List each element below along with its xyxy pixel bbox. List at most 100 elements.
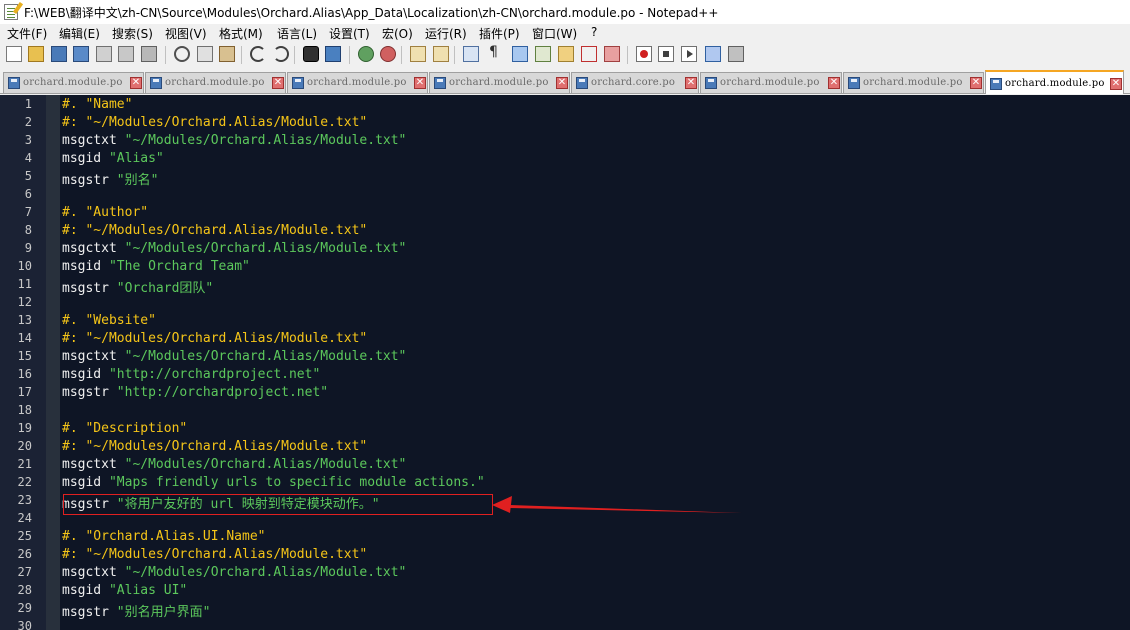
tab-close-icon[interactable]: ✕ — [1110, 78, 1122, 90]
code-line[interactable]: 2 #: "~/Modules/Orchard.Alias/Module.txt" — [0, 113, 1130, 131]
menu-run[interactable]: 运行(R) — [425, 25, 467, 42]
tab-close-icon[interactable]: ✕ — [828, 77, 840, 89]
menu-file[interactable]: 文件(F) — [7, 25, 47, 42]
copy-icon[interactable] — [197, 46, 213, 62]
code-line[interactable]: 8 #: "~/Modules/Orchard.Alias/Module.txt" — [0, 221, 1130, 239]
tab-file-1[interactable]: orchard.module.po ✕ — [3, 72, 144, 93]
code-line[interactable]: 17 msgstr "http://orchardproject.net" — [0, 383, 1130, 401]
play-macro-icon[interactable] — [681, 46, 697, 62]
code-line[interactable]: 12 — [0, 293, 1130, 311]
code-line[interactable]: 11 msgstr "Orchard团队" — [0, 275, 1130, 296]
code-text[interactable]: msgctxt "~/Modules/Orchard.Alias/Module.… — [62, 565, 406, 580]
cut-icon[interactable] — [174, 46, 190, 62]
sync-horizontal-icon[interactable] — [433, 46, 449, 62]
zoom-in-icon[interactable] — [358, 46, 374, 62]
code-text[interactable]: msgid "The Orchard Team" — [62, 259, 250, 274]
code-line[interactable]: 14 #: "~/Modules/Orchard.Alias/Module.txt… — [0, 329, 1130, 347]
stop-macro-icon[interactable] — [658, 46, 674, 62]
code-line[interactable]: 3 msgctxt "~/Modules/Orchard.Alias/Module… — [0, 131, 1130, 149]
code-line[interactable]: 21 msgctxt "~/Modules/Orchard.Alias/Modul… — [0, 455, 1130, 473]
tab-file-6[interactable]: orchard.module.po ✕ — [700, 72, 842, 93]
code-line[interactable]: 22 msgid "Maps friendly urls to specific … — [0, 473, 1130, 491]
tab-close-icon[interactable]: ✕ — [272, 77, 284, 89]
redo-icon[interactable] — [273, 46, 289, 62]
code-text[interactable]: #: "~/Modules/Orchard.Alias/Module.txt" — [62, 223, 367, 238]
code-line[interactable]: 28 msgid "Alias UI" — [0, 581, 1130, 599]
document-map-icon[interactable] — [535, 46, 551, 62]
replace-icon[interactable] — [325, 46, 341, 62]
code-text[interactable]: msgid "Alias UI" — [62, 583, 187, 598]
tab-close-icon[interactable]: ✕ — [414, 77, 426, 89]
tab-file-5[interactable]: orchard.core.po ✕ — [571, 72, 699, 93]
print-icon[interactable] — [141, 46, 157, 62]
sync-vertical-icon[interactable] — [410, 46, 426, 62]
tab-file-7[interactable]: orchard.module.po ✕ — [843, 72, 984, 93]
menu-format[interactable]: 格式(M) — [219, 25, 263, 42]
code-text[interactable]: #: "~/Modules/Orchard.Alias/Module.txt" — [62, 547, 367, 562]
code-line[interactable]: 19 #. "Description" — [0, 419, 1130, 437]
folder-workspace-icon[interactable] — [581, 46, 597, 62]
code-line[interactable]: 29 msgstr "别名用户界面" — [0, 599, 1130, 620]
code-line[interactable]: 1 #. "Name" — [0, 95, 1130, 113]
save-icon[interactable] — [51, 46, 67, 62]
function-list-icon[interactable] — [558, 46, 574, 62]
menu-plugins[interactable]: 插件(P) — [479, 25, 520, 42]
tab-close-icon[interactable]: ✕ — [685, 77, 697, 89]
menu-edit[interactable]: 编辑(E) — [59, 25, 100, 42]
tab-close-icon[interactable]: ✕ — [556, 77, 568, 89]
code-line[interactable]: 16 msgid "http://orchardproject.net" — [0, 365, 1130, 383]
code-text[interactable]: msgid "http://orchardproject.net" — [62, 367, 320, 382]
menu-window[interactable]: 窗口(W) — [532, 25, 577, 42]
menu-view[interactable]: 视图(V) — [165, 25, 207, 42]
indent-guide-icon[interactable] — [512, 46, 528, 62]
code-line[interactable]: 10 msgid "The Orchard Team" — [0, 257, 1130, 275]
show-all-chars-icon[interactable]: ¶ — [486, 44, 502, 62]
code-text[interactable]: #. "Orchard.Alias.UI.Name" — [62, 529, 266, 544]
tab-close-icon[interactable]: ✕ — [970, 77, 982, 89]
code-line[interactable]: 6 — [0, 185, 1130, 203]
code-line[interactable]: 25 #. "Orchard.Alias.UI.Name" — [0, 527, 1130, 545]
code-line[interactable]: 4 msgid "Alias" — [0, 149, 1130, 167]
code-line[interactable]: 20 #: "~/Modules/Orchard.Alias/Module.txt… — [0, 437, 1130, 455]
menu-search[interactable]: 搜索(S) — [112, 25, 153, 42]
code-line[interactable]: 30 — [0, 617, 1130, 630]
tab-file-8[interactable]: orchard.module.po ✕ — [985, 70, 1124, 94]
undo-icon[interactable] — [250, 46, 266, 62]
record-macro-icon[interactable] — [636, 46, 652, 62]
close-all-icon[interactable] — [118, 46, 134, 62]
menu-help[interactable]: ? — [591, 25, 597, 39]
code-text[interactable]: #. "Website" — [62, 313, 156, 328]
code-line[interactable]: 27 msgctxt "~/Modules/Orchard.Alias/Modul… — [0, 563, 1130, 581]
close-icon[interactable] — [96, 46, 112, 62]
open-file-icon[interactable] — [28, 46, 44, 62]
code-line[interactable]: 5 msgstr "别名" — [0, 167, 1130, 188]
code-line[interactable]: 9 msgctxt "~/Modules/Orchard.Alias/Module… — [0, 239, 1130, 257]
code-text[interactable]: #. "Description" — [62, 421, 187, 436]
code-text[interactable]: msgctxt "~/Modules/Orchard.Alias/Module.… — [62, 349, 406, 364]
code-text[interactable]: msgctxt "~/Modules/Orchard.Alias/Module.… — [62, 457, 406, 472]
code-text[interactable]: #: "~/Modules/Orchard.Alias/Module.txt" — [62, 331, 367, 346]
code-text[interactable]: msgid "Alias" — [62, 151, 164, 166]
code-text[interactable]: msgctxt "~/Modules/Orchard.Alias/Module.… — [62, 241, 406, 256]
code-text[interactable]: #: "~/Modules/Orchard.Alias/Module.txt" — [62, 439, 367, 454]
paste-icon[interactable] — [219, 46, 235, 62]
code-line[interactable]: 18 — [0, 401, 1130, 419]
menu-language[interactable]: 语言(L) — [277, 25, 317, 42]
tab-file-3[interactable]: orchard.module.po ✕ — [287, 72, 428, 93]
menu-settings[interactable]: 设置(T) — [329, 25, 370, 42]
editor[interactable]: 1 #. "Name" 2 #: "~/Modules/Orchard.Alias/M… — [0, 95, 1130, 630]
code-text[interactable]: #. "Name" — [62, 97, 132, 112]
tab-close-icon[interactable]: ✕ — [130, 77, 142, 89]
new-file-icon[interactable] — [6, 46, 22, 62]
code-text[interactable]: msgid "Maps friendly urls to specific mo… — [62, 475, 485, 490]
code-line[interactable]: 7 #. "Author" — [0, 203, 1130, 221]
menu-macro[interactable]: 宏(O) — [382, 25, 413, 42]
play-multiple-macro-icon[interactable] — [705, 46, 721, 62]
code-text[interactable]: msgstr "http://orchardproject.net" — [62, 385, 328, 400]
monitoring-icon[interactable] — [604, 46, 620, 62]
code-text[interactable]: #. "Author" — [62, 205, 148, 220]
save-macro-icon[interactable] — [728, 46, 744, 62]
zoom-out-icon[interactable] — [380, 46, 396, 62]
tab-file-2[interactable]: orchard.module.po ✕ — [145, 72, 286, 93]
word-wrap-icon[interactable] — [463, 46, 479, 62]
